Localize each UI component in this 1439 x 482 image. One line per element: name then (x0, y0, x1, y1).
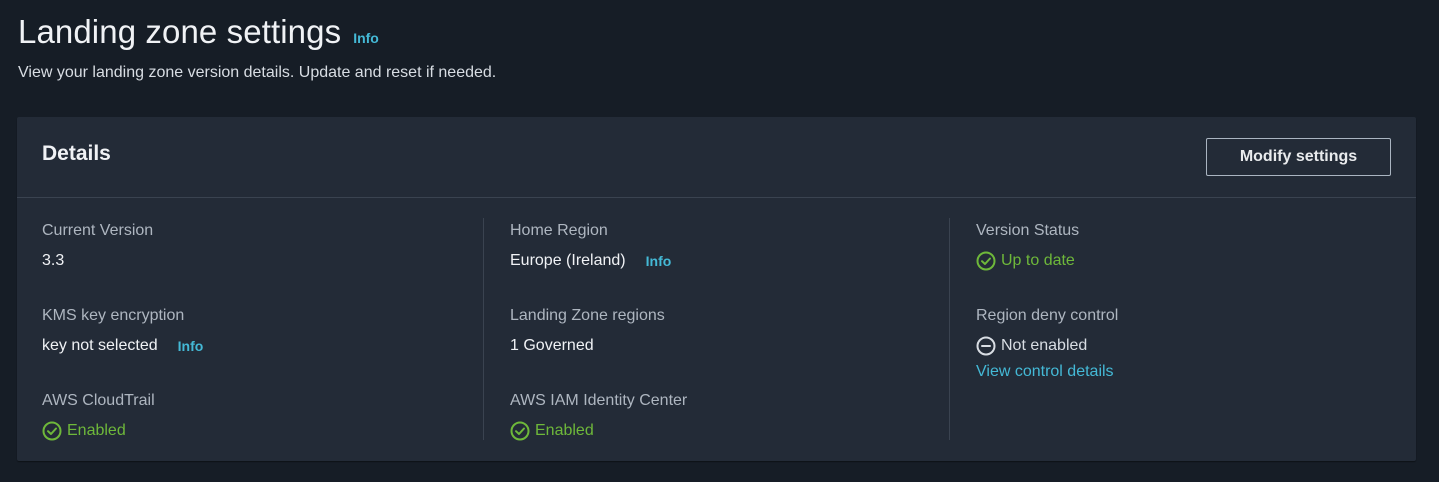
home-region-label: Home Region (510, 222, 608, 239)
details-column-3: Version Status Up to date Region deny co… (949, 218, 1415, 440)
home-region-text: Europe (Ireland) (510, 252, 626, 269)
details-columns: Current Version 3.3 KMS key encryption k… (17, 198, 1416, 461)
field-iam-identity-center: AWS IAM Identity Center Enabled (510, 390, 949, 473)
cloudtrail-label: AWS CloudTrail (42, 392, 155, 409)
current-version-label: Current Version (42, 222, 154, 239)
cloudtrail-value: Enabled (42, 420, 482, 442)
iam-identity-center-value: Enabled (510, 420, 949, 442)
landing-zone-regions-value: 1 Governed (510, 335, 949, 357)
view-control-details-link[interactable]: View control details (976, 361, 1114, 383)
kms-text: key not selected (42, 337, 158, 354)
field-kms: KMS key encryption key not selected Info (42, 305, 482, 388)
current-version-text: 3.3 (42, 252, 65, 269)
page: Landing zone settings Info View your lan… (0, 0, 1439, 482)
iam-identity-center-status-text: Enabled (535, 422, 594, 439)
check-circle-icon (42, 421, 62, 441)
current-version-value: 3.3 (42, 250, 482, 272)
title-info-link[interactable]: Info (353, 30, 379, 46)
details-column-2: Home Region Europe (Ireland) Info Landin… (483, 218, 949, 441)
page-title: Landing zone settings (18, 13, 342, 50)
page-description: View your landing zone version details. … (18, 64, 497, 81)
home-region-info-link[interactable]: Info (646, 250, 672, 272)
region-deny-control-value: Not enabled (976, 335, 1415, 357)
iam-identity-center-label: AWS IAM Identity Center (510, 392, 688, 409)
field-current-version: Current Version 3.3 (42, 220, 482, 303)
field-cloudtrail: AWS CloudTrail Enabled (42, 390, 482, 473)
cloudtrail-status-text: Enabled (67, 422, 126, 439)
version-status-value: Up to date (976, 250, 1415, 272)
details-column-1: Current Version 3.3 KMS key encryption k… (42, 218, 482, 441)
version-status-text: Up to date (1001, 252, 1075, 269)
field-landing-zone-regions: Landing Zone regions 1 Governed (510, 305, 949, 388)
kms-info-link[interactable]: Info (178, 335, 204, 357)
region-deny-control-label: Region deny control (976, 307, 1119, 324)
details-title: Details (42, 142, 111, 165)
landing-zone-regions-text: 1 Governed (510, 337, 594, 354)
check-circle-icon (510, 421, 530, 441)
field-version-status: Version Status Up to date (976, 220, 1415, 303)
page-header: Landing zone settings Info View your lan… (18, 12, 496, 84)
version-status-label: Version Status (976, 222, 1080, 239)
home-region-value: Europe (Ireland) Info (510, 250, 949, 272)
kms-label: KMS key encryption (42, 307, 185, 324)
kms-value: key not selected Info (42, 335, 482, 357)
minus-circle-icon (976, 336, 996, 356)
check-circle-icon (976, 251, 996, 271)
region-deny-control-status-text: Not enabled (1001, 337, 1088, 354)
details-container: Details Modify settings Current Version … (17, 117, 1416, 461)
field-region-deny-control: Region deny control Not enabled View con… (976, 305, 1415, 388)
details-header: Details Modify settings (17, 117, 1416, 198)
title-row: Landing zone settings Info (18, 12, 496, 52)
landing-zone-regions-label: Landing Zone regions (510, 307, 665, 324)
field-home-region: Home Region Europe (Ireland) Info (510, 220, 949, 303)
modify-settings-button[interactable]: Modify settings (1206, 138, 1391, 176)
